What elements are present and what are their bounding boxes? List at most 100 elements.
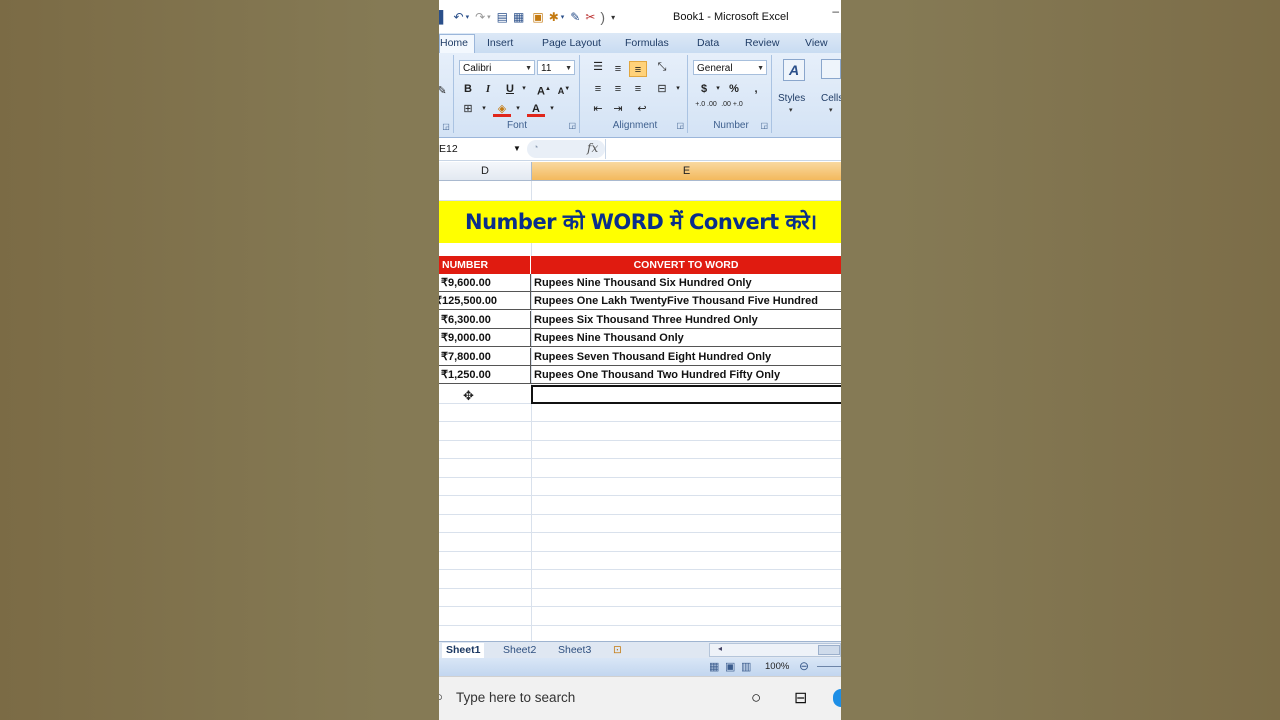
sheet-tab-sheet1[interactable]: Sheet1 — [442, 643, 485, 658]
align-left-icon[interactable]: ≡ — [589, 81, 607, 97]
cell-words[interactable]: Rupees Seven Thousand Eight Hundred Only — [531, 348, 841, 366]
cell-number[interactable]: ₹9,600.00 — [439, 274, 531, 292]
font-name-select[interactable]: Calibri ▼ — [459, 60, 535, 75]
comma-button[interactable]: , — [747, 81, 765, 97]
column-header-e[interactable]: E — [532, 162, 841, 181]
chevron-down-icon[interactable]: ▼ — [513, 141, 521, 157]
cell-words[interactable]: Rupees One Thousand Two Hundred Fifty On… — [531, 366, 841, 384]
insert-sheet-icon[interactable]: ⊡ — [613, 643, 622, 658]
cells-button[interactable]: Cells ▾ — [817, 57, 841, 117]
horizontal-scrollbar[interactable]: ◂ — [709, 643, 841, 657]
save-icon[interactable]: ▌ — [439, 10, 448, 24]
name-box[interactable]: E12 ▼ — [439, 141, 525, 157]
tab-formulas[interactable]: Formulas — [625, 37, 669, 49]
zoom-out-icon[interactable]: ⊖ — [799, 659, 809, 673]
undo-icon[interactable]: ↶ — [454, 10, 464, 24]
page-layout-view-icon[interactable]: ▣ — [725, 660, 735, 673]
column-header-d[interactable]: D — [439, 162, 532, 181]
find-dropdown-icon[interactable]: ▾ — [561, 13, 565, 21]
clipboard-launcher-icon[interactable]: ◲ — [439, 122, 453, 131]
print-preview-icon[interactable]: ▦ — [513, 10, 524, 24]
number-dialog-launcher-icon[interactable]: ◲ — [760, 121, 768, 130]
font-dialog-launcher-icon[interactable]: ◲ — [568, 121, 576, 130]
grip-icon: ◔ — [533, 142, 539, 152]
selected-cell-e12[interactable] — [531, 385, 841, 404]
grow-font-button[interactable]: A▲ — [535, 81, 553, 98]
borders-dropdown-icon[interactable]: ▾ — [475, 101, 493, 117]
grid-line — [531, 181, 532, 641]
align-right-icon[interactable]: ≡ — [629, 81, 647, 97]
alignment-dialog-launcher-icon[interactable]: ◲ — [676, 121, 684, 130]
wrap-text-icon[interactable]: ↩ — [633, 101, 651, 117]
formula-input[interactable] — [605, 139, 841, 159]
tab-review[interactable]: Review — [745, 37, 779, 49]
fill-color-dropdown-icon[interactable]: ▾ — [509, 101, 527, 117]
cell-words[interactable]: Rupees Nine Thousand Only — [531, 329, 841, 347]
cell-number[interactable]: ₹7,800.00 — [439, 348, 531, 366]
align-middle-icon[interactable]: ≡ — [609, 61, 627, 77]
cell-words[interactable]: Rupees One Lakh TwentyFive Thousand Five… — [531, 292, 841, 310]
header-cell-number[interactable]: NUMBER — [439, 256, 531, 274]
shrink-font-button[interactable]: A▼ — [555, 81, 573, 97]
cell-number[interactable]: ₹1,250.00 — [439, 366, 531, 384]
redo-dropdown-icon[interactable]: ▾ — [487, 13, 491, 21]
scroll-left-icon[interactable]: ◂ — [718, 644, 722, 653]
zoom-slider[interactable] — [817, 666, 841, 667]
task-view-icon[interactable]: ⊟ — [794, 688, 807, 708]
page-break-view-icon[interactable]: ▥ — [741, 660, 751, 673]
format-painter-icon[interactable]: ✎ — [439, 83, 451, 99]
minimize-icon[interactable]: – — [832, 4, 839, 18]
tab-home[interactable]: Home — [439, 34, 476, 53]
undo-dropdown-icon[interactable]: ▾ — [466, 13, 470, 21]
decrease-indent-icon[interactable]: ⇤ — [589, 101, 607, 117]
header-cell-convert-to-word[interactable]: CONVERT TO WORD — [531, 256, 841, 274]
scrollbar-thumb[interactable] — [818, 645, 840, 655]
align-center-icon[interactable]: ≡ — [609, 81, 627, 97]
grid-line — [439, 421, 841, 422]
align-bottom-icon[interactable]: ≡ — [629, 61, 647, 77]
format-painter-icon[interactable]: ✎ — [570, 10, 580, 24]
bold-button[interactable]: B — [459, 81, 477, 97]
find-icon[interactable]: ✱ — [549, 10, 559, 24]
font-size-select[interactable]: 11 ▼ — [537, 60, 575, 75]
cell-words[interactable]: Rupees Six Thousand Three Hundred Only — [531, 311, 841, 329]
underline-dropdown-icon[interactable]: ▾ — [515, 81, 533, 97]
cortana-icon[interactable]: ○ — [751, 688, 761, 708]
tab-insert[interactable]: Insert — [487, 37, 513, 49]
form-icon[interactable]: ▤ — [497, 10, 508, 24]
cell-words[interactable]: Rupees Nine Thousand Six Hundred Only — [531, 274, 841, 292]
taskbar-search-input[interactable]: Type here to search — [456, 690, 575, 705]
percent-button[interactable]: % — [725, 81, 743, 97]
decrease-decimal-button[interactable]: .00 +.0 — [719, 101, 745, 117]
sheet-tab-sheet3[interactable]: Sheet3 — [558, 643, 591, 658]
customize-qat-icon[interactable]: ▾ — [611, 13, 615, 22]
cell-number[interactable]: ₹6,300.00 — [439, 311, 531, 329]
tab-data[interactable]: Data — [697, 37, 719, 49]
align-top-icon[interactable]: ☰ — [589, 59, 607, 75]
redo-icon[interactable]: ↷ — [475, 10, 485, 24]
increase-indent-icon[interactable]: ⇥ — [609, 101, 627, 117]
orientation-icon[interactable]: ⤡ — [653, 59, 671, 75]
number-format-select[interactable]: General ▼ — [693, 60, 767, 75]
clear-icon[interactable]: ✂ — [585, 10, 595, 24]
normal-view-icon[interactable]: ▦ — [709, 660, 719, 673]
tab-page-layout[interactable]: Page Layout — [542, 37, 601, 49]
zoom-level[interactable]: 100% — [765, 661, 789, 672]
title-banner[interactable]: Number को WORD में Convert करे। — [439, 201, 841, 243]
insert-function-button[interactable]: fx — [587, 141, 598, 155]
table-row: ₹9,600.00 Rupees Nine Thousand Six Hundr… — [439, 274, 841, 292]
paste-icon[interactable]: ▣ — [532, 10, 543, 24]
font-color-dropdown-icon[interactable]: ▾ — [543, 101, 561, 117]
grid-line — [439, 551, 841, 552]
cell-number[interactable]: ₹9,000.00 — [439, 329, 531, 347]
tab-view[interactable]: View — [805, 37, 828, 49]
increase-decimal-button[interactable]: +.0 .00 — [693, 101, 719, 117]
search-icon[interactable]: ○ — [439, 689, 443, 704]
edge-icon[interactable] — [833, 689, 841, 707]
cell-number[interactable]: ₹125,500.00 — [439, 292, 531, 310]
italic-button[interactable]: I — [479, 81, 497, 97]
sheet-tab-sheet2[interactable]: Sheet2 — [503, 643, 536, 658]
worksheet-grid[interactable] — [439, 181, 841, 641]
styles-button[interactable]: A Styles ▾ — [775, 57, 809, 117]
merge-dropdown-icon[interactable]: ▾ — [669, 81, 687, 97]
